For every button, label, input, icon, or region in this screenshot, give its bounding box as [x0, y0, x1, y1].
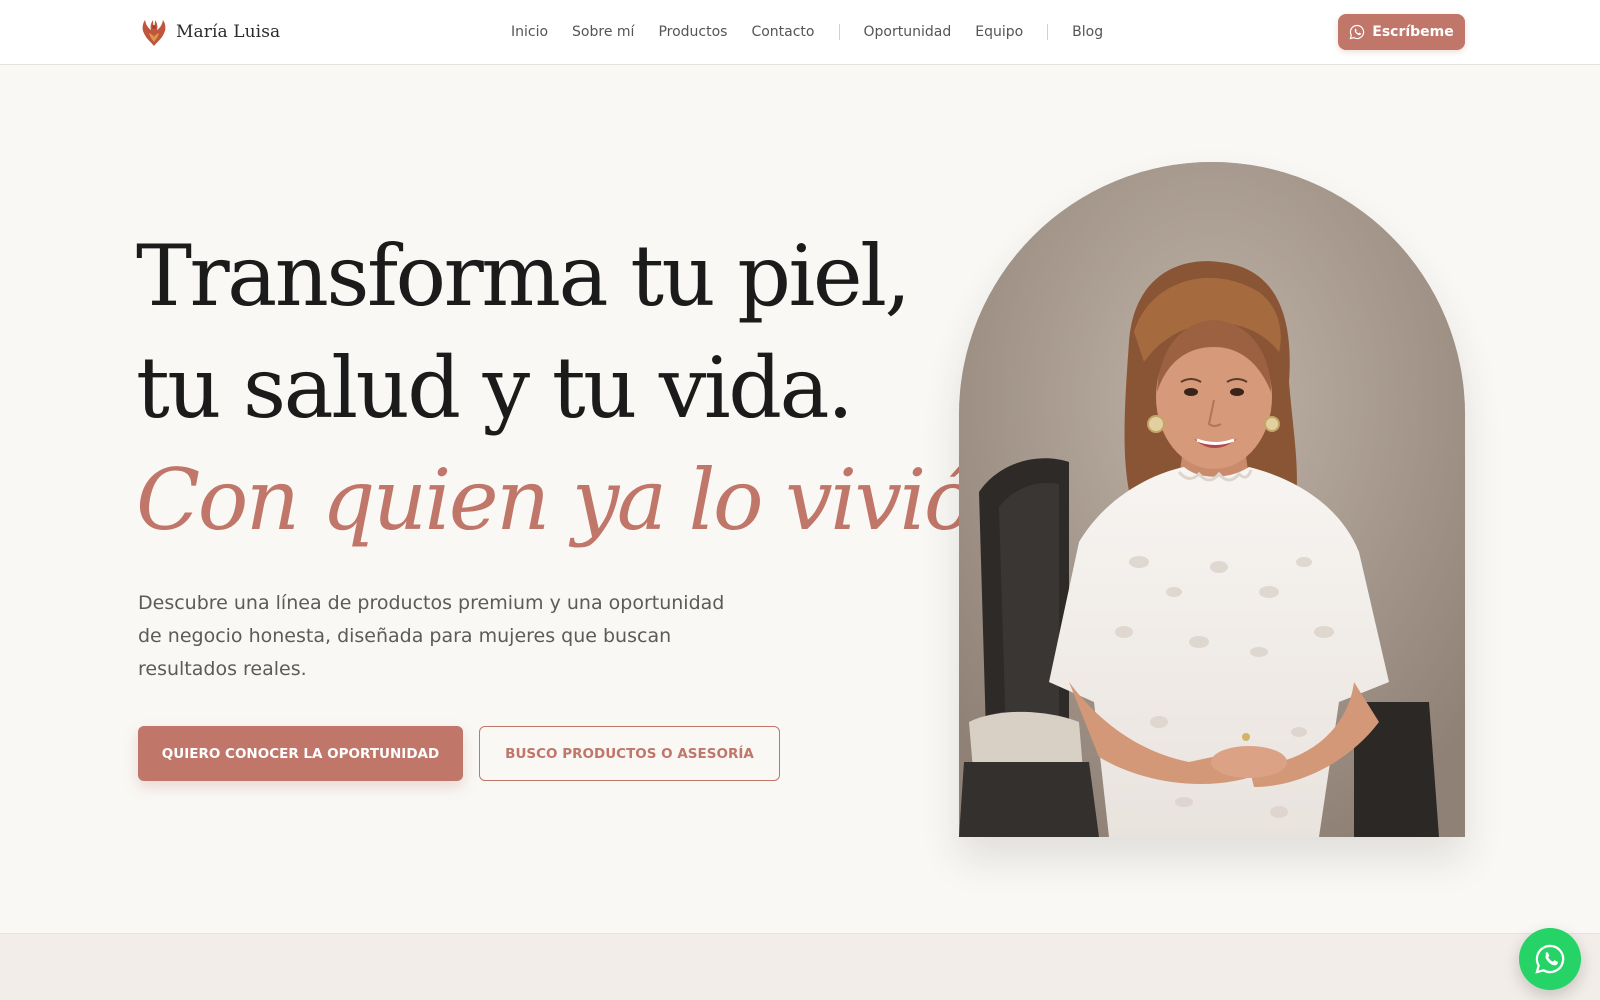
main-nav: Inicio Sobre mí Productos Contacto Oport… [511, 0, 1103, 64]
hero-title-line-2: tu salud y tu vida. [136, 339, 854, 437]
whatsapp-float-button[interactable] [1519, 928, 1581, 990]
products-advice-button[interactable]: BUSCO PRODUCTOS O ASESORÍA [479, 726, 780, 781]
hero-description: Descubre una línea de productos premium … [138, 592, 725, 680]
opportunity-button[interactable]: QUIERO CONOCER LA OPORTUNIDAD [138, 726, 463, 781]
nav-item-blog[interactable]: Blog [1072, 24, 1103, 40]
nav-item-oportunidad[interactable]: Oportunidad [864, 24, 952, 40]
hero-title-line-1: Transforma tu piel, [136, 227, 911, 325]
hero-title: Transforma tu piel, tu salud y tu vida. … [136, 220, 997, 556]
portrait-photo [959, 162, 1465, 837]
nav-item-sobre-mi[interactable]: Sobre mí [572, 24, 634, 40]
whatsapp-icon [1349, 24, 1365, 40]
portrait-illustration [959, 162, 1465, 837]
whatsapp-icon [1535, 944, 1565, 974]
phoenix-logo-icon [142, 20, 166, 46]
escribeme-label: Escríbeme [1372, 24, 1454, 40]
nav-item-productos[interactable]: Productos [658, 24, 727, 40]
brand-name: María Luisa [176, 22, 281, 42]
hero-title-accent: Con quien ya lo vivió. [136, 451, 997, 549]
nav-divider [838, 24, 840, 40]
escribeme-button[interactable]: Escríbeme [1338, 14, 1465, 50]
nav-item-inicio[interactable]: Inicio [511, 24, 548, 40]
nav-item-contacto[interactable]: Contacto [751, 24, 814, 40]
next-section-band [0, 933, 1600, 1000]
nav-item-equipo[interactable]: Equipo [975, 24, 1023, 40]
brand-logo-link[interactable]: María Luisa [140, 17, 280, 47]
nav-divider [1047, 24, 1049, 40]
site-header: María Luisa Inicio Sobre mí Productos Co… [0, 0, 1600, 65]
